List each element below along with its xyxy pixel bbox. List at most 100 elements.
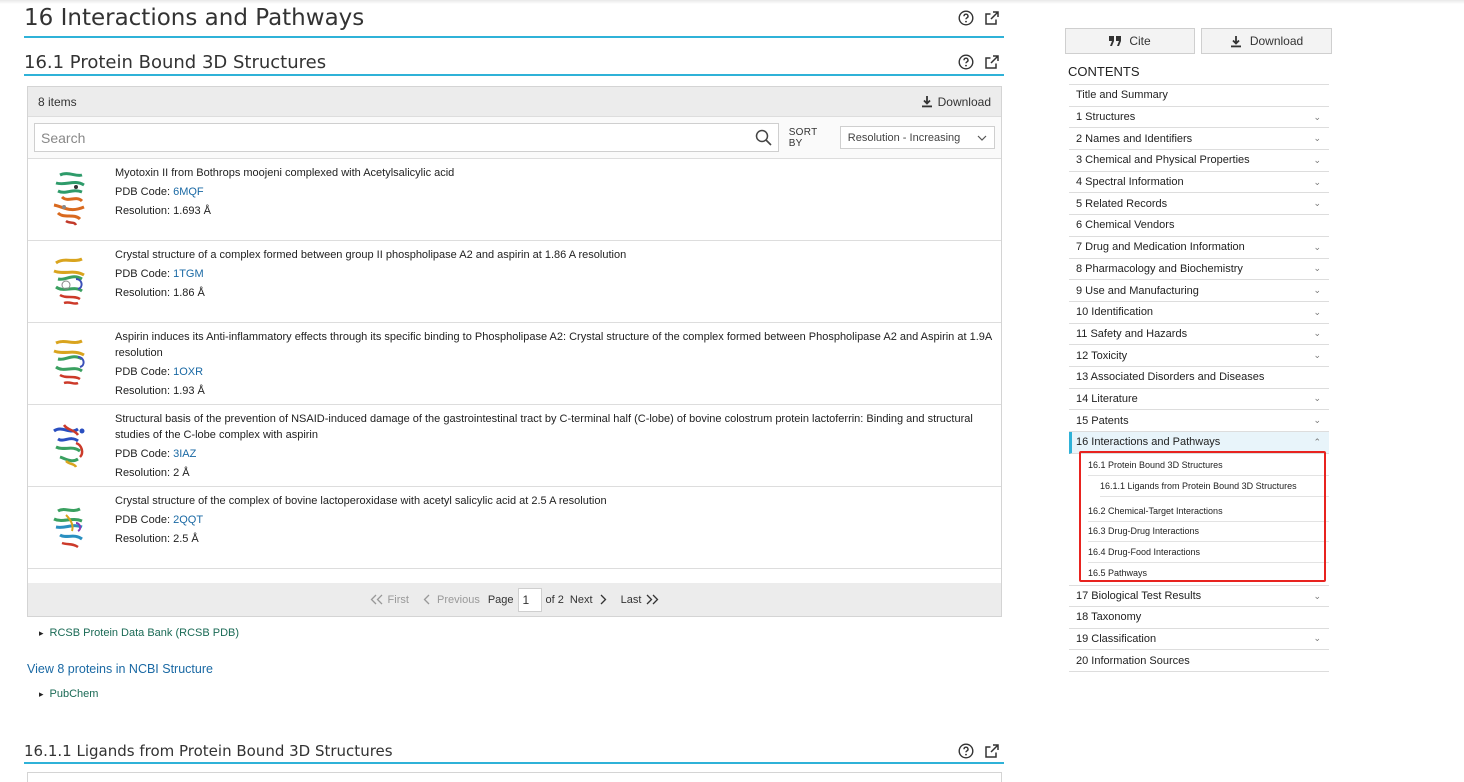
help-icon[interactable] xyxy=(958,743,974,759)
quote-icon xyxy=(1109,36,1122,46)
toc-item[interactable]: 4 Spectral Information ⌄ xyxy=(1069,172,1329,194)
external-link-icon[interactable] xyxy=(984,54,1000,70)
toc-item[interactable]: Title and Summary xyxy=(1069,85,1329,107)
toc-item[interactable]: 18 Taxonomy xyxy=(1069,607,1329,629)
resolution: Resolution: 2 Å xyxy=(115,467,190,479)
pager-first[interactable]: First xyxy=(370,594,409,606)
chevron-down-icon[interactable]: ⌄ xyxy=(1313,328,1321,339)
main-content: 16 Interactions and Pathways 16.1 Protei… xyxy=(24,0,1004,76)
toc-item[interactable]: 8 Pharmacology and Biochemistry ⌄ xyxy=(1069,259,1329,281)
double-chevron-left-icon xyxy=(371,594,383,605)
toc-subitem[interactable]: 16.5 Pathways xyxy=(1088,563,1329,584)
panel-download-button[interactable]: Download xyxy=(921,95,991,109)
pdb-code-link[interactable]: 1OXR xyxy=(173,366,203,378)
item-title: Crystal structure of the complex of bovi… xyxy=(115,495,607,507)
toc-item[interactable]: 12 Toxicity ⌄ xyxy=(1069,345,1329,367)
sidebar-download-button[interactable]: Download xyxy=(1201,28,1332,54)
toc-item[interactable]: 1 Structures ⌄ xyxy=(1069,107,1329,129)
search-icon[interactable] xyxy=(755,129,772,146)
section-title: 16 Interactions and Pathways xyxy=(24,5,365,31)
subsection-title: 16.1 Protein Bound 3D Structures xyxy=(24,51,327,73)
toc-item[interactable]: 3 Chemical and Physical Properties ⌄ xyxy=(1069,150,1329,172)
chevron-down-icon[interactable]: ⌄ xyxy=(1313,591,1321,602)
subsection-header: 16.1 Protein Bound 3D Structures xyxy=(24,50,1004,76)
chevron-down-icon[interactable]: ⌄ xyxy=(1313,263,1321,274)
toc-item[interactable]: 7 Drug and Medication Information ⌄ xyxy=(1069,237,1329,259)
pager-previous[interactable]: Previous xyxy=(423,594,480,606)
chevron-left-icon xyxy=(423,594,430,605)
pubchem-source-link[interactable]: PubChem xyxy=(39,688,99,700)
protein-structure-thumbnail[interactable] xyxy=(46,413,94,477)
protein-structure-thumbnail[interactable] xyxy=(46,167,94,231)
toc-item[interactable]: 13 Associated Disorders and Diseases xyxy=(1069,367,1329,389)
pdb-code-label: PDB Code: xyxy=(115,268,174,280)
structures-panel: 8 items Download Search SORT BY Resoluti… xyxy=(27,86,1002,617)
toc-item[interactable]: 2 Names and Identifiers ⌄ xyxy=(1069,128,1329,151)
sort-by-label: SORT BY xyxy=(788,126,818,149)
chevron-up-icon[interactable]: ⌃ xyxy=(1313,437,1321,448)
item-title: Aspirin induces its Anti-inflammatory ef… xyxy=(115,331,992,359)
view-ncbi-structure-link[interactable]: View 8 proteins in NCBI Structure xyxy=(27,662,213,676)
pdb-code-link[interactable]: 2QQT xyxy=(173,514,203,526)
toc-subitem[interactable]: 16.3 Drug-Drug Interactions xyxy=(1088,522,1329,543)
toc-item[interactable]: 5 Related Records ⌄ xyxy=(1069,193,1329,216)
chevron-down-icon[interactable]: ⌄ xyxy=(1313,285,1321,296)
pagination: First Previous Page 1 of 2 Next Last xyxy=(28,583,1001,616)
toc-item[interactable]: 17 Biological Test Results ⌄ xyxy=(1069,585,1329,607)
search-placeholder: Search xyxy=(41,129,86,146)
page-label: Page xyxy=(487,593,514,606)
toc-item[interactable]: 10 Identification ⌄ xyxy=(1069,302,1329,324)
protein-structure-thumbnail[interactable] xyxy=(46,249,94,313)
chevron-down-icon[interactable]: ⌄ xyxy=(1313,307,1321,318)
toc-item[interactable]: 20 Information Sources xyxy=(1069,650,1329,672)
chevron-down-icon[interactable]: ⌄ xyxy=(1313,393,1321,404)
toc-item[interactable]: 11 Safety and Hazards ⌄ xyxy=(1069,324,1329,346)
ligands-panel xyxy=(27,772,1002,782)
toc-item[interactable]: 14 Literature ⌄ xyxy=(1069,389,1329,411)
toc-item[interactable]: 9 Use and Manufacturing ⌄ xyxy=(1069,280,1329,302)
pdb-code-label: PDB Code: xyxy=(115,448,174,460)
page-number-input[interactable]: 1 xyxy=(517,587,542,612)
toc-subitem[interactable]: 16.2 Chemical-Target Interactions xyxy=(1088,501,1329,522)
contents-heading: CONTENTS xyxy=(1068,64,1140,79)
item-title: Myotoxin II from Bothrops moojeni comple… xyxy=(115,167,455,179)
toc-subitem[interactable]: 16.4 Drug-Food Interactions xyxy=(1088,542,1329,563)
toc-item-active[interactable]: 16 Interactions and Pathways ⌃ xyxy=(1069,432,1329,454)
toc-item[interactable]: 6 Chemical Vendors xyxy=(1069,215,1329,237)
item-count: 8 items xyxy=(38,94,77,109)
external-link-icon[interactable] xyxy=(984,743,1000,759)
chevron-down-icon[interactable]: ⌄ xyxy=(1313,112,1321,123)
help-icon[interactable] xyxy=(958,54,974,70)
pager-last[interactable]: Last xyxy=(621,594,659,606)
double-chevron-right-icon xyxy=(646,594,658,605)
protein-structure-thumbnail[interactable] xyxy=(46,495,94,559)
pdb-code-link[interactable]: 1TGM xyxy=(173,268,204,280)
download-icon xyxy=(921,96,932,108)
item-title: Structural basis of the prevention of NS… xyxy=(115,413,973,441)
rcsb-source-link[interactable]: RCSB Protein Data Bank (RCSB PDB) xyxy=(39,627,240,639)
toc-subitem[interactable]: 16.1.1 Ligands from Protein Bound 3D Str… xyxy=(1100,476,1329,498)
chevron-down-icon[interactable]: ⌄ xyxy=(1313,133,1321,144)
chevron-down-icon[interactable]: ⌄ xyxy=(1313,633,1321,644)
chevron-down-icon[interactable]: ⌄ xyxy=(1313,177,1321,188)
external-link-icon[interactable] xyxy=(984,10,1000,26)
list-item: Myotoxin II from Bothrops moojeni comple… xyxy=(28,159,1001,241)
pdb-code-link[interactable]: 3IAZ xyxy=(173,448,196,460)
chevron-down-icon[interactable]: ⌄ xyxy=(1313,155,1321,166)
chevron-down-icon[interactable]: ⌄ xyxy=(1313,198,1321,209)
resolution: Resolution: 1.86 Å xyxy=(115,287,205,299)
cite-button[interactable]: Cite xyxy=(1065,28,1195,54)
protein-structure-thumbnail[interactable] xyxy=(46,331,94,395)
sort-select[interactable]: Resolution - Increasing xyxy=(839,126,995,149)
toc-subitem[interactable]: 16.1 Protein Bound 3D Structures xyxy=(1088,456,1329,477)
chevron-down-icon[interactable]: ⌄ xyxy=(1313,350,1321,361)
toc-item[interactable]: 15 Patents ⌄ xyxy=(1069,410,1329,432)
search-input[interactable]: Search xyxy=(34,123,779,152)
pdb-code-link[interactable]: 6MQF xyxy=(173,186,204,198)
list-item: Aspirin induces its Anti-inflammatory ef… xyxy=(28,323,1001,405)
help-icon[interactable] xyxy=(958,10,974,26)
toc-item[interactable]: 19 Classification ⌄ xyxy=(1069,629,1329,651)
chevron-down-icon[interactable]: ⌄ xyxy=(1313,242,1321,253)
chevron-down-icon[interactable]: ⌄ xyxy=(1313,415,1321,426)
pager-next[interactable]: Next xyxy=(570,594,607,606)
